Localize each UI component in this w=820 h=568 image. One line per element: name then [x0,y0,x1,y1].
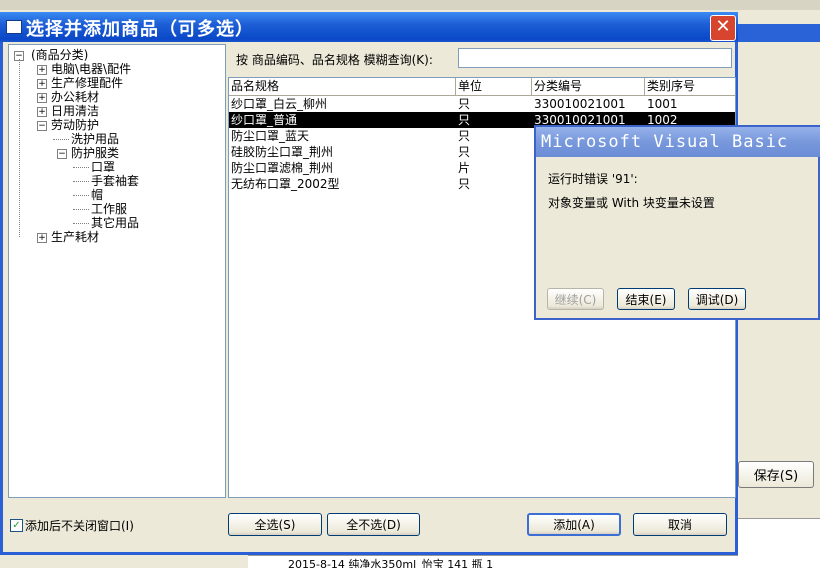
background-titlebar [738,24,820,42]
tree-item-workwear[interactable]: 工作服 [91,202,127,216]
cell-unit: 只 [458,113,471,127]
tree-item-office-supplies[interactable]: 办公耗材 [51,90,99,104]
cell-category-code: 330010021001 [534,97,626,111]
close-button[interactable]: ✕ [710,15,736,41]
cell-unit: 只 [458,145,471,159]
tree-branch-line [73,209,89,210]
cell-name: 纱口罩_白云_柳州 [231,97,328,111]
tree-expander-daily-cleaning[interactable]: + [37,107,47,117]
keep-open-checkbox[interactable]: ✓ [10,519,23,532]
dialog-title: 选择并添加商品（可多选） [26,19,254,40]
column-header-name[interactable]: 品名规格 [229,78,456,95]
tree-item-labor-protection[interactable]: 劳动防护 [51,118,99,132]
column-header-unit[interactable]: 单位 [456,78,532,95]
tree-item-production-supplies[interactable]: 生产耗材 [51,230,99,244]
add-button[interactable]: 添加(A) [527,513,621,536]
tree-line [19,59,20,237]
tree-item-daily-cleaning[interactable]: 日用清洁 [51,104,99,118]
cancel-button[interactable]: 取消 [633,513,727,536]
select-all-button[interactable]: 全选(S) [228,513,322,536]
background-grid [738,518,820,568]
tree-item-masks[interactable]: 口罩 [91,160,115,174]
column-header-sequence[interactable]: 类别序号 [645,78,735,95]
cell-name: 防尘口罩_蓝天 [231,129,310,143]
tree-expander-labor-protection[interactable]: − [37,121,47,131]
debug-button[interactable]: 调试(D) [688,288,746,310]
tree-item-hats[interactable]: 帽 [91,188,103,202]
continue-button[interactable]: 继续(C) [547,288,604,310]
tree-branch-line [73,181,89,182]
keep-open-label[interactable]: 添加后不关闭窗口(I) [25,517,134,534]
tree-branch-line [73,195,89,196]
tree-expander-production-supplies[interactable]: + [37,233,47,243]
tree-expander-repair-parts[interactable]: + [37,79,47,89]
list-header: 品名规格 单位 分类编号 类别序号 [229,78,735,96]
cell-unit: 只 [458,177,471,191]
tree-expander-protective-wear[interactable]: − [57,149,67,159]
background-save-button[interactable]: 保存(S) [738,461,814,488]
cell-name: 纱口罩_普通 [231,113,298,127]
tree-item-protective-wear[interactable]: 防护服类 [71,146,119,160]
search-input[interactable] [458,48,732,68]
tree-item-washing[interactable]: 洗护用品 [71,132,119,146]
error-dialog-title: Microsoft Visual Basic [541,132,789,152]
select-none-button[interactable]: 全不选(D) [327,513,420,536]
cell-unit: 片 [458,161,471,175]
window-icon [6,20,22,34]
search-label: 按 商品编码、品名规格 模糊查询(K): [236,53,433,67]
tree-item-electronics[interactable]: 电脑\电器\配件 [51,62,131,76]
list-row[interactable]: 纱口罩_白云_柳州 只 330010021001 1001 [229,96,735,112]
tree-branch-line [53,139,69,140]
end-button[interactable]: 结束(E) [617,288,675,310]
column-header-category-code[interactable]: 分类编号 [532,78,645,95]
cell-name: 无纺布口罩_2002型 [231,177,340,191]
error-message-text: 对象变量或 With 块变量未设置 [548,196,715,210]
tree-item-repair-parts[interactable]: 生产修理配件 [51,76,123,90]
category-tree[interactable]: − (商品分类) + 电脑\电器\配件 + 生产修理配件 + 办公耗材 + 日用清洁 − 劳动防护 洗护… [8,44,226,498]
tree-expander-office-supplies[interactable]: + [37,93,47,103]
cell-name: 硅胶防尘口罩_荆州 [231,145,334,159]
tree-root[interactable]: (商品分类) [31,48,88,62]
background-bottom-row: 2015-8-14 纯净水350ml_怡宝 141 瓶 1 [248,555,738,568]
tree-expander-electronics[interactable]: + [37,65,47,75]
background-window-strip [0,0,820,10]
tree-branch-line [73,167,89,168]
error-code-text: 运行时错误 '91': [548,172,638,186]
tree-item-gloves[interactable]: 手套袖套 [91,174,139,188]
tree-item-other[interactable]: 其它用品 [91,216,139,230]
cell-unit: 只 [458,129,471,143]
cell-unit: 只 [458,97,471,111]
tree-branch-line [73,223,89,224]
cell-sequence: 1001 [647,97,678,111]
cell-name: 防尘口罩滤棉_荆州 [231,161,334,175]
